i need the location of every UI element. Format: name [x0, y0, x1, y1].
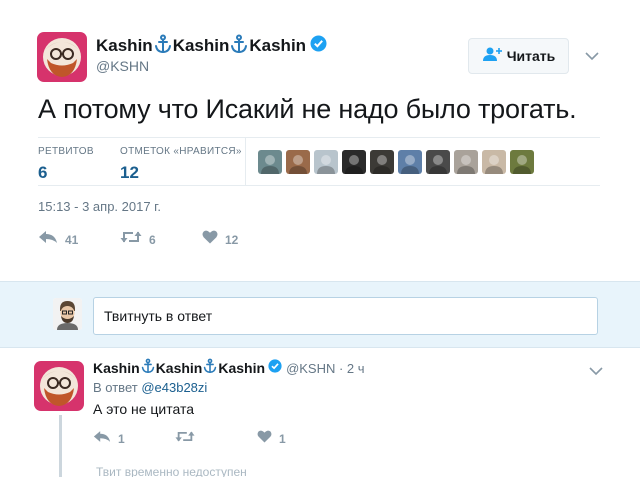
chevron-down-icon[interactable] [589, 363, 603, 381]
likes-value: 12 [120, 163, 139, 182]
liker-avatar[interactable] [314, 150, 338, 174]
reply-count: 1 [118, 432, 125, 446]
tweet-timestamp[interactable]: 15:13 - 3 апр. 2017 г. [38, 199, 161, 214]
reply-header: Kashin Kashin Kashin @KSHN · 2 ч [93, 358, 365, 378]
heart-icon [202, 230, 218, 249]
reply-count: 41 [65, 232, 79, 247]
reply-author-name-part[interactable]: Kashin [93, 360, 140, 376]
liker-avatar[interactable] [454, 150, 478, 174]
likes-label: ОТМЕТОК «НРАВИТСЯ» [120, 146, 242, 157]
liker-avatar[interactable] [482, 150, 506, 174]
main-tweet: Kashin Kashin Kashin @KSHN Читать А пото… [0, 0, 640, 281]
liker-avatar[interactable] [510, 150, 534, 174]
author-name-part[interactable]: Kashin [96, 36, 153, 56]
tweet-text: А потому что Исакий не надо было трогать… [38, 94, 577, 124]
liker-avatars [258, 150, 534, 174]
reply-icon [38, 230, 58, 249]
anchor-icon [154, 34, 172, 59]
retweets-value: 6 [38, 163, 48, 182]
like-count: 12 [225, 232, 239, 247]
reply-button[interactable]: 41 [38, 230, 78, 249]
reply-author-name-part[interactable]: Kashin [218, 360, 265, 376]
liker-avatar[interactable] [398, 150, 422, 174]
like-count: 1 [279, 432, 286, 446]
reply-input[interactable] [93, 297, 598, 335]
liker-avatar[interactable] [370, 150, 394, 174]
verified-icon [268, 358, 282, 378]
follow-person-icon [482, 46, 502, 67]
reply-to-label: В ответ [93, 380, 138, 395]
retweet-button[interactable] [175, 430, 195, 448]
author-handle[interactable]: @KSHN [96, 58, 149, 74]
liker-avatar[interactable] [258, 150, 282, 174]
tweet-stats: РЕТВИТОВ 6 ОТМЕТОК «НРАВИТСЯ» 12 [38, 137, 600, 186]
retweet-icon [175, 430, 195, 448]
reply-author-avatar[interactable] [34, 361, 84, 411]
likes-stat[interactable]: ОТМЕТОК «НРАВИТСЯ» 12 [120, 146, 242, 183]
stats-divider [245, 138, 246, 185]
verified-icon [310, 35, 327, 57]
retweets-label: РЕТВИТОВ [38, 146, 94, 157]
reply-to-handle[interactable]: @e43b28zi [141, 380, 207, 395]
liker-avatar[interactable] [426, 150, 450, 174]
follow-button[interactable]: Читать [468, 38, 569, 74]
liker-avatar[interactable] [342, 150, 366, 174]
like-button[interactable]: 1 [257, 430, 286, 448]
follow-label: Читать [506, 48, 556, 64]
anchor-icon [141, 358, 155, 379]
thread-line [59, 415, 62, 477]
reply-handle-time[interactable]: @KSHN · 2 ч [286, 361, 364, 376]
current-user-avatar [53, 298, 82, 330]
reply-tweet: Kashin Kashin Kashin @KSHN · 2 ч В ответ… [0, 348, 640, 477]
reply-text: А это не цитата [93, 401, 195, 417]
liker-avatar[interactable] [286, 150, 310, 174]
retweet-icon [120, 230, 142, 249]
author-name-part[interactable]: Kashin [173, 36, 230, 56]
chevron-down-icon[interactable] [585, 48, 599, 66]
author-name-group[interactable]: Kashin Kashin Kashin [96, 34, 327, 59]
retweet-count: 6 [149, 232, 156, 247]
like-button[interactable]: 12 [202, 230, 238, 249]
reply-button[interactable]: 1 [93, 430, 125, 448]
retweet-button[interactable]: 6 [120, 230, 156, 249]
anchor-icon [203, 358, 217, 379]
tweet-unavailable-notice: Твит временно недоступен [96, 465, 247, 477]
reply-to-line: В ответ @e43b28zi [93, 380, 207, 395]
reply-icon [93, 430, 111, 448]
reply-composer [0, 281, 640, 348]
author-name-part[interactable]: Kashin [249, 36, 306, 56]
heart-icon [257, 430, 272, 448]
reply-author-name-part[interactable]: Kashin [156, 360, 203, 376]
retweets-stat[interactable]: РЕТВИТОВ 6 [38, 146, 94, 183]
author-avatar[interactable] [37, 32, 87, 82]
anchor-icon [230, 34, 248, 59]
